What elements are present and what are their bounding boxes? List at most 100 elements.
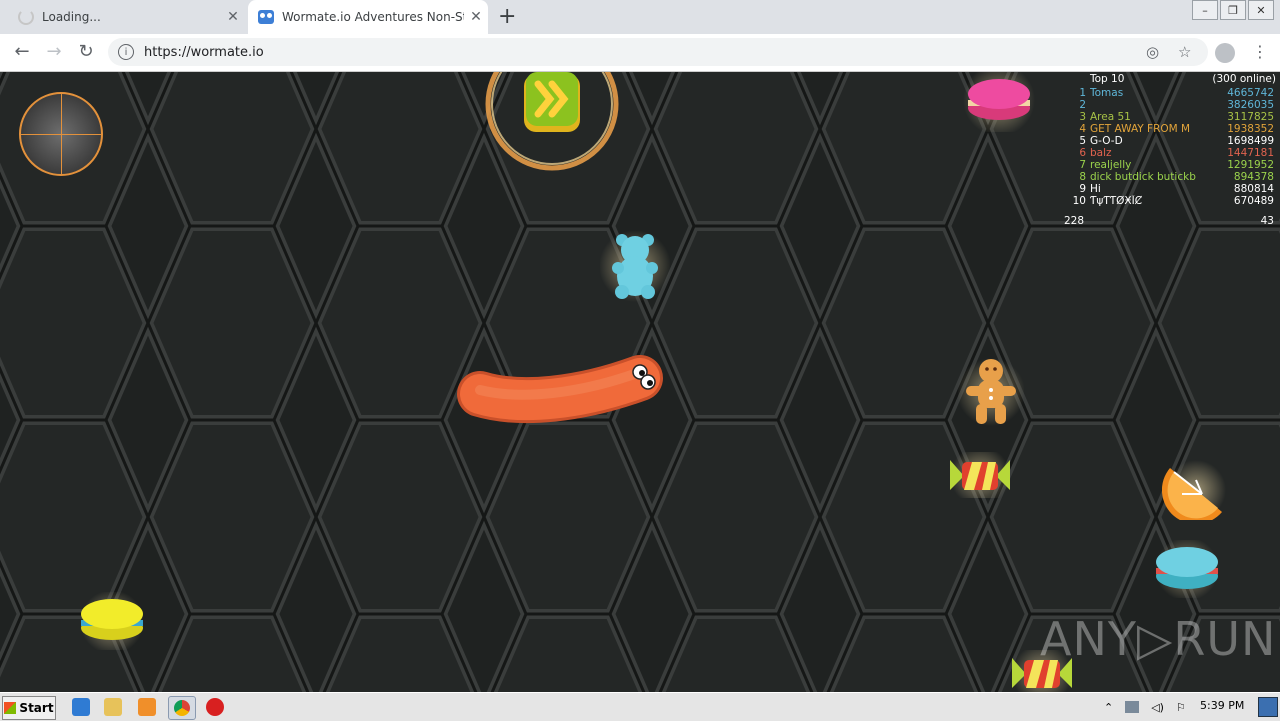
browser-toolbar: ← → ↻ i https://wormate.io ◎ ☆ ⋮ [0,34,1280,72]
leaderboard-score: 3826035 [1227,99,1274,111]
wormate-favicon-icon [258,10,274,24]
leaderboard-rank: 10 [1072,195,1086,207]
player-worm [457,355,663,424]
system-tray: ⌃ ◁) ⚐ [1104,696,1186,718]
leaderboard-rank: 9 [1079,183,1086,195]
restore-button[interactable]: ❐ [1220,0,1246,20]
leaderboard-name: GET AWAY FROM M [1090,123,1191,135]
leaderboard-score: 1291952 [1227,159,1274,171]
tab-strip: Loading... ✕ Wormate.io Adventures Non-S… [0,0,1280,34]
leaderboard: Top 10 (300 online) 1 Tomas 4665742 2 382603… [1064,72,1280,227]
forward-button[interactable]: → [42,41,66,62]
gummy-bear-candy [600,230,670,302]
loading-spinner-icon [18,9,34,25]
tab-wormate[interactable]: Wormate.io Adventures Non-Stop ✕ [248,0,488,34]
leaderboard-rank: 5 [1079,135,1086,147]
taskbar: Start ⌃ ◁) ⚐ 5:39 PM [0,692,1280,721]
leaderboard-rank: 6 [1079,147,1086,159]
tab-close-icon[interactable]: ✕ [464,9,488,25]
start-label: Start [19,701,54,715]
leaderboard-row: 3 Area 51 3117825 [1064,111,1280,123]
location-icon[interactable]: ◎ [1146,43,1159,61]
volume-icon[interactable]: ◁) [1151,701,1164,714]
leaderboard-score: 1938352 [1227,123,1274,135]
leaderboard-score: 894378 [1233,171,1274,183]
leaderboard-row: 9 Hi 880814 [1064,183,1280,195]
anyrun-watermark: ANY▷RUN [1040,612,1277,666]
network-icon[interactable] [1125,701,1140,713]
profile-avatar[interactable] [1215,43,1235,63]
leaderboard-row: 7 realjelly 1291952 [1064,159,1280,171]
leaderboard-row: 10 ƬψƬƬØӾĪȻ 670489 [1064,195,1280,207]
leaderboard-row: 6 balz 1447181 [1064,147,1280,159]
leaderboard-name: Area 51 [1090,111,1131,123]
pink-macaron [963,72,1035,132]
leaderboard-rows: 1 Tomas 4665742 2 3826035 3 Area 51 3117825 4 GET… [1064,87,1280,207]
stop-icon[interactable] [206,698,224,716]
player-score: 43 [1260,215,1274,227]
leaderboard-score: 4665742 [1227,87,1274,99]
start-button[interactable]: Start [2,696,56,720]
flag-icon[interactable]: ⚐ [1176,701,1186,714]
leaderboard-name: Hi [1090,183,1101,195]
teal-macaron [1155,540,1219,598]
chrome-taskbar-button[interactable] [168,696,196,720]
speed-boost-powerup [485,72,619,171]
orange-slice-candy [1162,460,1226,520]
online-count: (300 online) [1212,73,1276,85]
leaderboard-row: 5 G-O-D 1698499 [1064,135,1280,147]
leaderboard-name: balz [1090,147,1112,159]
yellow-macaron [80,592,144,650]
leaderboard-rank: 4 [1079,123,1086,135]
file-explorer-icon[interactable] [104,698,122,716]
leaderboard-name: ƬψƬƬØӾĪȻ [1090,195,1143,207]
leaderboard-score: 880814 [1233,183,1274,195]
leaderboard-rank: 7 [1079,159,1086,171]
leaderboard-rank: 8 [1079,171,1086,183]
leaderboard-rank: 1 [1079,87,1086,99]
leaderboard-rank: 3 [1079,111,1086,123]
leaderboard-row: 4 GET AWAY FROM M 1938352 [1064,123,1280,135]
tab-title: Wormate.io Adventures Non-Stop [282,10,464,24]
leaderboard-score: 1698499 [1227,135,1274,147]
chrome-icon [174,700,190,716]
tab-loading[interactable]: Loading... ✕ [0,0,245,34]
new-tab-button[interactable]: + [498,4,516,30]
leaderboard-score: 670489 [1233,195,1274,207]
leaderboard-name: Tomas [1090,87,1124,99]
show-desktop-button[interactable] [1258,697,1278,717]
chevron-up-icon[interactable]: ⌃ [1104,701,1113,714]
close-window-button[interactable]: ✕ [1248,0,1274,20]
clock[interactable]: 5:39 PM [1200,699,1244,712]
leaderboard-name: dick butdick butickb [1090,171,1196,183]
leaderboard-row: 2 3826035 [1064,99,1280,111]
leaderboard-rank: 2 [1079,99,1086,111]
leaderboard-row: 8 dick butdick butickb 894378 [1064,171,1280,183]
minimize-button[interactable]: – [1192,0,1218,20]
leaderboard-score: 3117825 [1227,111,1274,123]
site-info-icon[interactable]: i [118,44,134,60]
url-text[interactable]: https://wormate.io [144,45,264,60]
tab-close-icon[interactable]: ✕ [221,9,245,25]
leaderboard-name: G-O-D [1090,135,1123,147]
leaderboard-score: 1447181 [1227,147,1274,159]
bookmark-star-icon[interactable]: ☆ [1178,43,1191,61]
back-button[interactable]: ← [10,41,34,62]
player-stats: 228 43 [1064,211,1280,227]
internet-explorer-icon[interactable] [72,698,90,716]
player-position: 228 [1064,215,1085,227]
windows-logo-icon [4,702,17,714]
media-player-icon[interactable] [138,698,156,716]
leaderboard-name [1090,99,1214,111]
leaderboard-header: Top 10 (300 online) [1064,72,1280,87]
minimap [19,92,103,176]
leaderboard-title: Top 10 [1090,73,1125,85]
address-bar[interactable]: i https://wormate.io ◎ ☆ [108,38,1208,66]
window-controls: – ❐ ✕ [1190,0,1274,20]
reload-button[interactable]: ↻ [74,41,98,62]
game-canvas[interactable]: Top 10 (300 online) 1 Tomas 4665742 2 382603… [0,72,1280,692]
wrapped-candy [950,452,1010,498]
leaderboard-name: realjelly [1090,159,1132,171]
gingerbread-man-candy [958,358,1024,426]
browser-menu-button[interactable]: ⋮ [1252,42,1268,61]
